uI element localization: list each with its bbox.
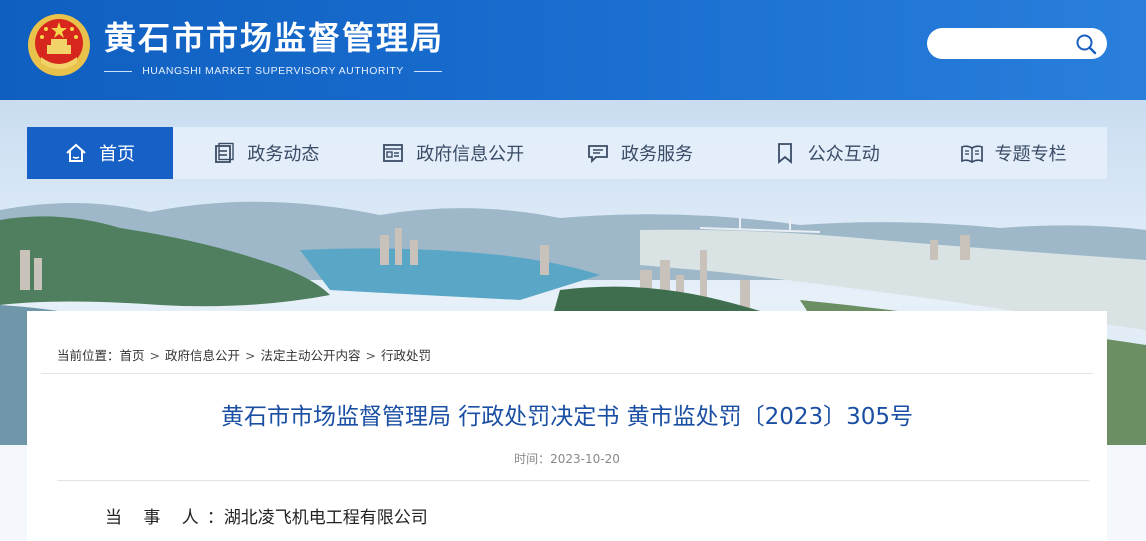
nav-item-label: 公众互动 — [807, 144, 880, 165]
site-title[interactable]: 黄石市市场监督管理局 — [104, 18, 444, 58]
breadcrumb-separator: > — [365, 348, 377, 363]
breadcrumb-item-penalty[interactable]: 行政处罚 — [381, 348, 431, 363]
search-box — [927, 28, 1107, 59]
subtitle-rule-left — [104, 70, 133, 72]
nav-item-interaction[interactable]: 公众互动 — [733, 127, 920, 179]
article-time-label: 时间： — [514, 452, 551, 466]
nav-item-topics[interactable]: 专题专栏 — [920, 127, 1107, 179]
site-subtitle: HUANGSHI MARKET SUPERVISORY AUTHORITY — [104, 63, 442, 79]
national-emblem-logo — [28, 14, 90, 76]
breadcrumb-divider — [41, 373, 1093, 374]
content-panel: 当前位置：首页 > 政府信息公开 > 法定主动公开内容 > 行政处罚 黄石市市场监督管理局 … — [27, 311, 1107, 541]
breadcrumb-separator: > — [149, 348, 161, 363]
service-chat-icon — [588, 145, 608, 164]
nav-item-label: 政务动态 — [247, 144, 320, 165]
open-book-icon — [960, 145, 983, 163]
nav-item-home[interactable]: 首页 — [27, 127, 173, 179]
party-value: 湖北凌飞机电工程有限公司 — [223, 508, 428, 528]
nav-item-news[interactable]: 政务动态 — [173, 127, 360, 179]
article-title: 黄石市市场监督管理局 行政处罚决定书 黄市监处罚〔2023〕305号 — [220, 404, 914, 430]
home-icon — [66, 143, 86, 162]
main-nav: 首页 政务动态 政府信息公开 政务服务 公众互动 专题专栏 — [27, 127, 1107, 179]
subtitle-text: HUANGSHI MARKET SUPERVISORY AUTHORITY — [142, 65, 404, 77]
nav-item-label: 首页 — [99, 144, 135, 165]
party-colon: ： — [206, 508, 224, 528]
party-line: 当 事 人：湖北凌飞机电工程有限公司 — [105, 503, 428, 528]
article-date: 时间：2023-10-20 — [27, 450, 1107, 467]
title-divider — [57, 480, 1089, 481]
breadcrumb-item-statutory-content[interactable]: 法定主动公开内容 — [261, 348, 361, 363]
breadcrumb-item-home[interactable]: 首页 — [120, 348, 145, 363]
party-label: 当 事 人 — [105, 508, 207, 528]
breadcrumb-separator: > — [245, 348, 256, 363]
nav-item-label: 专题专栏 — [994, 144, 1067, 165]
bookmark-icon — [777, 143, 792, 164]
breadcrumb-prefix: 当前位置： — [57, 348, 120, 363]
site-header: 黄石市市场监督管理局 HUANGSHI MARKET SUPERVISORY A… — [0, 0, 1146, 100]
subtitle-rule-right — [413, 70, 442, 72]
nav-item-label: 政务服务 — [620, 144, 693, 165]
nav-item-label: 政府信息公开 — [416, 144, 525, 165]
search-icon[interactable] — [1075, 33, 1097, 55]
article-time-value: 2023-10-20 — [550, 452, 620, 466]
breadcrumb-item-info-disclosure[interactable]: 政府信息公开 — [165, 348, 240, 363]
nav-item-services[interactable]: 政务服务 — [547, 127, 734, 179]
breadcrumb: 当前位置：首页 > 政府信息公开 > 法定主动公开内容 > 行政处罚 — [57, 345, 431, 364]
info-disclosure-icon — [383, 144, 404, 162]
news-icon — [215, 142, 235, 163]
nav-item-info-disclosure[interactable]: 政府信息公开 — [360, 127, 547, 179]
search-input[interactable] — [941, 33, 1075, 55]
